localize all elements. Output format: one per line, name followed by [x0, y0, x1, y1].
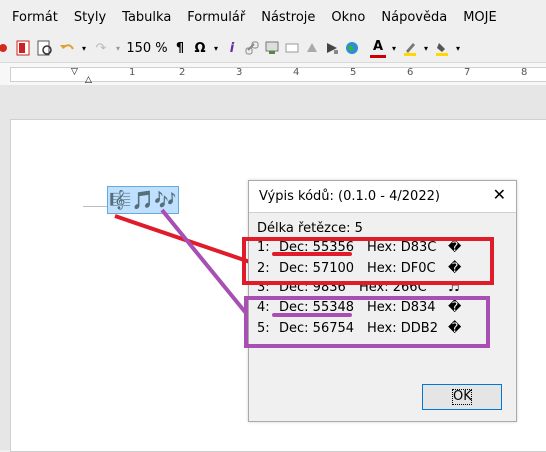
- ok-label: OK: [452, 389, 472, 405]
- ok-button[interactable]: OK: [422, 384, 502, 410]
- red-underline: [272, 252, 352, 256]
- dialog-titlebar: Výpis kódů: (0.1.0 - 4/2022) ✕: [249, 181, 516, 213]
- close-icon[interactable]: ✕: [493, 187, 506, 203]
- dialog-title: Výpis kódů: (0.1.0 - 4/2022): [259, 189, 440, 204]
- purple-highlight-box: [244, 296, 490, 348]
- red-highlight-box: [242, 237, 494, 285]
- purple-underline: [272, 313, 352, 317]
- string-length-label: Délka řetězce: 5: [257, 221, 363, 236]
- purple-arrow-line: [160, 208, 252, 320]
- red-arrow-line: [114, 214, 251, 264]
